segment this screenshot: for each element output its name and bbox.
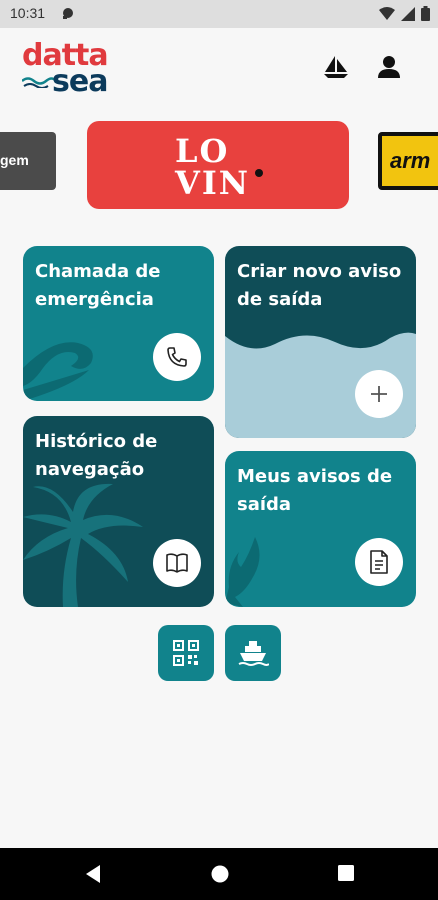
lovin-logo: LO VIN — [175, 132, 251, 202]
phone-button[interactable] — [153, 333, 201, 381]
ship-button[interactable] — [225, 625, 281, 681]
emergency-call-card[interactable]: Chamada de emergência — [23, 246, 214, 401]
navigation-history-card[interactable]: Histórico de navegação — [23, 416, 214, 607]
qr-code-icon — [173, 640, 199, 666]
emergency-call-title: Chamada de emergência — [35, 261, 161, 310]
status-bar: 10:31 — [0, 0, 438, 28]
status-icons — [379, 6, 430, 25]
partner-carousel[interactable]: gem LO VIN arm — [0, 118, 438, 213]
wifi-icon — [379, 6, 395, 25]
partner-banner-lovin[interactable]: LO VIN — [87, 121, 349, 209]
new-departure-notice-card[interactable]: Criar novo aviso de saída — [225, 246, 416, 438]
signal-icon — [401, 6, 415, 25]
app-logo[interactable]: datta sea — [22, 38, 122, 99]
my-departure-notices-title: Meus avisos de saída — [237, 466, 393, 515]
user-icon[interactable] — [376, 54, 402, 84]
fish-decoration-icon — [225, 537, 260, 607]
partner-banner-right[interactable]: arm — [378, 132, 438, 190]
phone-icon — [167, 347, 187, 367]
battery-icon — [421, 6, 430, 25]
recents-icon[interactable] — [337, 864, 355, 886]
partner-banner-right-text: arm — [390, 148, 431, 173]
app-header: datta sea — [0, 28, 438, 108]
status-time: 10:31 — [10, 5, 46, 21]
navigation-history-title: Histórico de navegação — [35, 431, 158, 480]
my-departure-notices-card[interactable]: Meus avisos de saída — [225, 451, 416, 607]
logo-text-bottom: sea — [52, 64, 108, 99]
add-notice-button[interactable] — [355, 370, 403, 418]
ship-icon — [238, 641, 269, 666]
notification-icon — [60, 6, 76, 26]
partner-banner-left[interactable]: gem — [0, 132, 56, 190]
new-departure-notice-title: Criar novo aviso de saída — [237, 261, 402, 310]
document-icon — [370, 550, 388, 574]
partner-banner-left-text: gem — [0, 152, 29, 168]
wave-decoration-icon — [23, 342, 93, 401]
back-icon[interactable] — [84, 864, 102, 888]
lovin-dot — [255, 169, 263, 177]
sailboat-icon[interactable] — [322, 54, 350, 86]
my-notices-button[interactable] — [355, 538, 403, 586]
home-icon[interactable] — [210, 864, 230, 888]
wave-icon — [22, 77, 56, 88]
system-nav-bar — [0, 848, 438, 900]
book-icon — [166, 553, 188, 573]
plus-icon — [371, 386, 387, 402]
palm-tree-decoration — [23, 483, 143, 607]
qr-code-button[interactable] — [158, 625, 214, 681]
history-button[interactable] — [153, 539, 201, 587]
